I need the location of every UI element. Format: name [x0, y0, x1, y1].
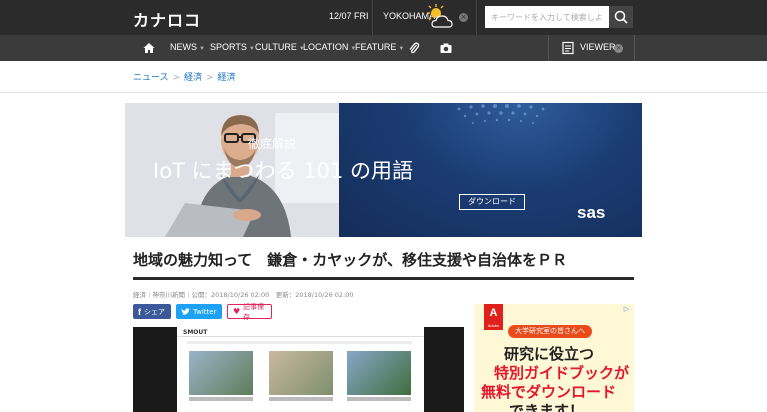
heart-icon: ♥ — [233, 307, 241, 316]
site-logo[interactable]: カナロコ — [133, 7, 201, 31]
nav-culture-label: CULTURE — [255, 42, 297, 52]
breadcrumb: ニュース > 経済 > 経済 — [133, 70, 236, 83]
sas-logo: sas — [577, 203, 606, 222]
side-advertisement[interactable]: A Adobe ▷ 大学研究室の皆さんへ 研究に役立つ 特別ガイドブックが 無料… — [474, 304, 634, 412]
screenshot-menu — [187, 341, 412, 344]
adobe-logo-text: Adobe — [487, 323, 500, 328]
facebook-icon: f — [138, 306, 141, 317]
chevron-down-icon: ▼ — [248, 46, 255, 52]
nav-feature-label: FEATURE — [355, 42, 397, 52]
article-headline: 地域の魅力知って 鎌倉・カヤックが、移住支援や自治体をＰＲ — [133, 251, 567, 269]
nav-news-label: NEWS — [170, 42, 197, 52]
search-button[interactable] — [609, 6, 633, 28]
search-input[interactable] — [485, 6, 609, 28]
nav-sports-label: SPORTS — [210, 42, 247, 52]
thumbnail-1 — [189, 351, 253, 395]
breadcrumb-divider — [0, 92, 767, 93]
search-icon — [614, 10, 628, 24]
chevron-down-icon: ▼ — [398, 46, 405, 52]
adchoices-icon[interactable]: ▷ — [620, 305, 633, 314]
main-nav: NEWS ▼ SPORTS ▼ CULTURE ▼ LOCATION ▼ FEATURE… — [0, 35, 767, 61]
facebook-share-label: シェア — [144, 307, 165, 316]
adobe-logo-letter: A — [489, 307, 498, 319]
partly-cloudy-icon — [427, 4, 453, 28]
nav-culture[interactable]: CULTURE ▼ — [255, 42, 305, 52]
breadcrumb-news[interactable]: ニュース — [133, 73, 169, 83]
twitter-bird-icon — [181, 307, 190, 315]
thumbnail-caption — [269, 397, 333, 401]
ad-line-4: できます！ — [509, 402, 585, 412]
thumbnail-2 — [269, 351, 333, 395]
thumbnail-caption — [189, 397, 253, 401]
twitter-share-label: Twitter — [193, 307, 217, 316]
weather-close-icon[interactable]: × — [459, 13, 468, 22]
banner-subtitle: 徹底解説 — [248, 137, 297, 151]
viewer-close-icon[interactable]: × — [614, 44, 623, 53]
ad-banner[interactable]: 徹底解説 IoT にまつわる 101 の用語 ダウンロード sas — [125, 103, 642, 237]
thumbnail-caption — [347, 397, 411, 401]
nav-divider — [634, 35, 635, 61]
paperclip-icon[interactable] — [407, 41, 421, 55]
current-date: 12/07 FRI — [329, 11, 369, 21]
viewer-icon[interactable] — [561, 41, 575, 55]
home-icon[interactable] — [142, 41, 156, 55]
save-article-label: 記事保存 — [243, 302, 265, 321]
screenshot-header: SMOUT — [177, 327, 424, 337]
article-photo: SMOUT — [133, 327, 464, 412]
nav-feature[interactable]: FEATURE ▼ — [355, 42, 404, 52]
twitter-share-button[interactable]: Twitter — [176, 304, 222, 319]
ad-line-1: 研究に役立つ — [504, 345, 595, 363]
nav-news[interactable]: NEWS ▼ — [170, 42, 205, 52]
nav-location[interactable]: LOCATION ▼ — [303, 42, 356, 52]
camera-icon[interactable] — [439, 41, 453, 55]
breadcrumb-separator: > — [206, 73, 214, 83]
ad-line-3: 無料でダウンロード — [481, 383, 617, 401]
breadcrumb-separator: > — [172, 73, 181, 83]
facebook-share-button[interactable]: f シェア — [133, 304, 171, 319]
screenshot-brand: SMOUT — [183, 329, 208, 336]
nav-divider — [548, 35, 549, 61]
header-divider — [476, 0, 477, 35]
article-meta: 経済｜神奈川新聞｜公開：2018/10/26 02:00 更新：2018/10/… — [133, 291, 354, 299]
save-article-button[interactable]: ♥ 記事保存 — [227, 302, 272, 321]
banner-title: IoT にまつわる 101 の用語 — [153, 159, 413, 183]
screenshot-webpage: SMOUT — [177, 327, 424, 412]
breadcrumb-economy[interactable]: 経済 — [184, 73, 202, 83]
banner-download-button[interactable]: ダウンロード — [459, 194, 525, 210]
ad-line-2: 特別ガイドブックが — [494, 364, 630, 382]
ad-pill-label: 大学研究室の皆さんへ — [508, 325, 592, 338]
header-divider — [372, 0, 373, 35]
nav-location-label: LOCATION — [303, 42, 349, 52]
top-header: カナロコ 12/07 FRI YOKOHAMA × — [0, 0, 767, 35]
breadcrumb-economy-sub[interactable]: 経済 — [218, 73, 236, 83]
headline-underline — [133, 277, 634, 280]
thumbnail-3 — [347, 351, 411, 395]
viewer-link[interactable]: VIEWER — [580, 42, 616, 52]
nav-sports[interactable]: SPORTS ▼ — [210, 42, 255, 52]
chevron-down-icon: ▼ — [199, 46, 205, 52]
